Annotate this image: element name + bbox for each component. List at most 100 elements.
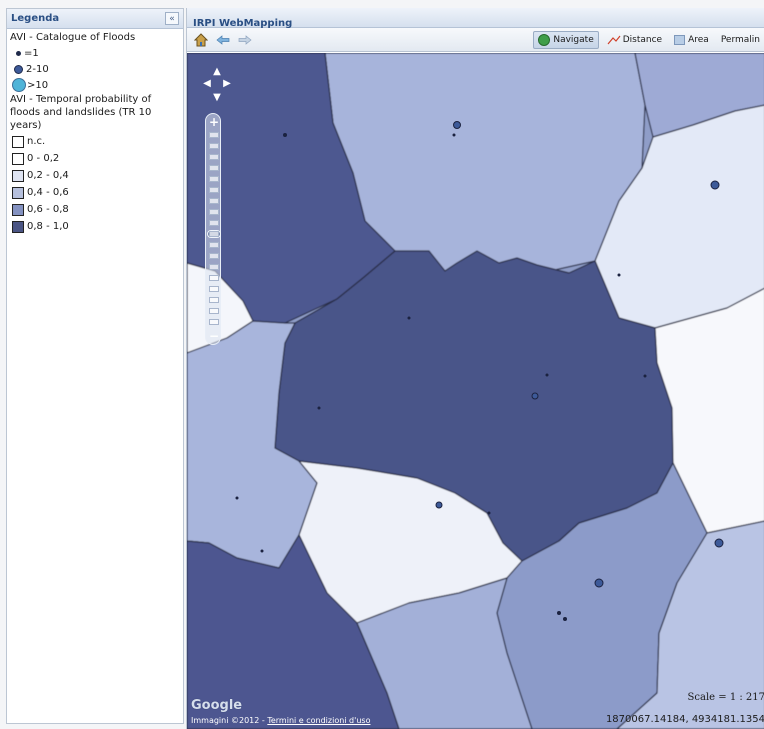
area-button[interactable]: Area (670, 31, 713, 49)
pan-right-button[interactable]: ▶ (221, 77, 233, 89)
legend-class-2: 0,2 - 0,4 (10, 167, 180, 184)
map-toolbar: Navigate Distance Area Permalin (187, 28, 764, 52)
map-header: IRPI WebMapping (187, 8, 764, 29)
home-icon[interactable] (193, 32, 209, 48)
navigate-label: Navigate (553, 35, 594, 45)
zoom-step[interactable] (209, 187, 219, 193)
legend-class-0: n.c. (10, 133, 180, 150)
legend-item-label: =1 (24, 47, 39, 59)
legend-item-label: 2-10 (26, 63, 49, 75)
legend-title: Legenda (11, 13, 60, 24)
medium-dot-icon (14, 64, 23, 74)
zoom-step[interactable] (209, 319, 219, 325)
flood-point-medium[interactable] (453, 121, 461, 129)
flood-point-small[interactable] (407, 316, 411, 320)
flood-point-medium[interactable] (714, 538, 724, 548)
zoom-step[interactable] (209, 275, 219, 281)
legend-body: AVI - Catalogue of Floods =1 2-10 >10 AV… (7, 29, 183, 237)
flood-point-medium[interactable] (594, 578, 604, 588)
legend-panel: Legenda « AVI - Catalogue of Floods =1 2… (6, 8, 184, 724)
back-arrow-icon[interactable] (215, 32, 231, 48)
zoom-step[interactable] (209, 220, 219, 226)
zoom-step[interactable] (209, 286, 219, 292)
ruler-icon (607, 35, 621, 45)
pan-up-button[interactable]: ▲ (211, 65, 223, 77)
legend-class-3: 0,4 - 0,6 (10, 184, 180, 201)
zoom-step[interactable] (209, 198, 219, 204)
flood-point-small[interactable] (235, 496, 239, 500)
zoom-step[interactable] (209, 209, 219, 215)
forward-arrow-icon[interactable] (237, 32, 253, 48)
legend-item-few-floods: 2-10 (10, 61, 180, 77)
collapse-legend-button[interactable]: « (165, 12, 179, 25)
zoom-step[interactable] (209, 154, 219, 160)
zoom-step[interactable] (209, 176, 219, 182)
toolbar-tools: Navigate Distance Area Permalin (529, 31, 764, 49)
flood-point-small[interactable] (617, 273, 621, 277)
legend-class-label: 0,2 - 0,4 (27, 170, 69, 181)
flood-point-small[interactable] (545, 373, 549, 377)
attribution-text: Immagini ©2012 - (191, 716, 268, 725)
small-dot-icon (16, 50, 21, 56)
legend-item-many-floods: >10 (10, 77, 180, 93)
large-dot-icon (12, 78, 26, 92)
zoom-step[interactable] (209, 165, 219, 171)
legend-class-4: 0,6 - 0,8 (10, 201, 180, 218)
choropleth-map (187, 53, 764, 729)
color-swatch (12, 169, 24, 182)
navigate-button[interactable]: Navigate (533, 31, 599, 49)
flood-point-small[interactable] (487, 511, 491, 515)
flood-point-medium[interactable] (710, 180, 720, 190)
zoom-in-button[interactable]: + (208, 115, 220, 129)
terms-link[interactable]: Termini e condizioni d'uso (267, 716, 370, 725)
area-label: Area (688, 35, 709, 45)
zoom-step[interactable] (209, 231, 219, 237)
zoom-step[interactable] (209, 253, 219, 259)
flood-point-small[interactable] (452, 133, 456, 137)
map-canvas[interactable]: ▲ ◀ ▶ ▼ + − Google Immagini ©2012 - Term… (187, 53, 764, 729)
zoom-pan-control: ▲ ◀ ▶ ▼ + − (199, 65, 235, 345)
zoom-step[interactable] (209, 143, 219, 149)
color-swatch (12, 152, 24, 165)
area-icon (674, 35, 686, 45)
map-panel: IRPI WebMapping Navigate Distance Area P… (186, 8, 764, 729)
map-footer: Google Immagini ©2012 - Termini e condiz… (187, 692, 764, 725)
distance-button[interactable]: Distance (603, 31, 666, 49)
permalink-label: Permalin (720, 35, 760, 45)
legend-item-label: >10 (27, 79, 49, 91)
zoom-step[interactable] (209, 308, 219, 314)
legend-class-label: n.c. (27, 136, 46, 147)
flood-point-small[interactable] (317, 406, 321, 410)
legend-class-label: 0 - 0,2 (27, 153, 60, 164)
flood-point-small[interactable] (643, 374, 647, 378)
globe-icon (538, 34, 551, 46)
flood-point-medium[interactable] (435, 501, 443, 509)
flood-point-small[interactable] (260, 549, 264, 553)
color-swatch (12, 135, 24, 148)
legend-class-5: 0,8 - 1,0 (10, 218, 180, 235)
color-swatch (12, 186, 24, 199)
probability-title: AVI - Temporal probability of floods and… (10, 94, 152, 131)
zoom-slider[interactable]: + − (205, 113, 221, 345)
flood-point-small[interactable] (557, 611, 561, 615)
color-swatch (12, 203, 24, 216)
zoom-out-button[interactable]: − (208, 329, 220, 343)
zoom-step[interactable] (209, 132, 219, 138)
zoom-step[interactable] (209, 264, 219, 270)
pan-left-button[interactable]: ◀ (201, 77, 213, 89)
attribution: Immagini ©2012 - Termini e condizioni d'… (191, 716, 370, 725)
catalogue-title: AVI - Catalogue of Floods (10, 32, 136, 43)
legend-class-label: 0,4 - 0,6 (27, 187, 69, 198)
pan-down-button[interactable]: ▼ (211, 91, 223, 103)
color-swatch (12, 220, 24, 233)
zoom-step[interactable] (209, 242, 219, 248)
legend-header: Legenda « (7, 9, 183, 29)
flood-point-small[interactable] (563, 617, 567, 621)
flood-point-medium[interactable] (531, 392, 539, 400)
scale-readout: Scale = 1 : 217 (687, 692, 764, 703)
permalink-button[interactable]: Permalin (717, 31, 764, 49)
zoom-step[interactable] (209, 297, 219, 303)
legend-class-1: 0 - 0,2 (10, 150, 180, 167)
legend-class-label: 0,6 - 0,8 (27, 204, 69, 215)
flood-point-small[interactable] (283, 133, 287, 137)
